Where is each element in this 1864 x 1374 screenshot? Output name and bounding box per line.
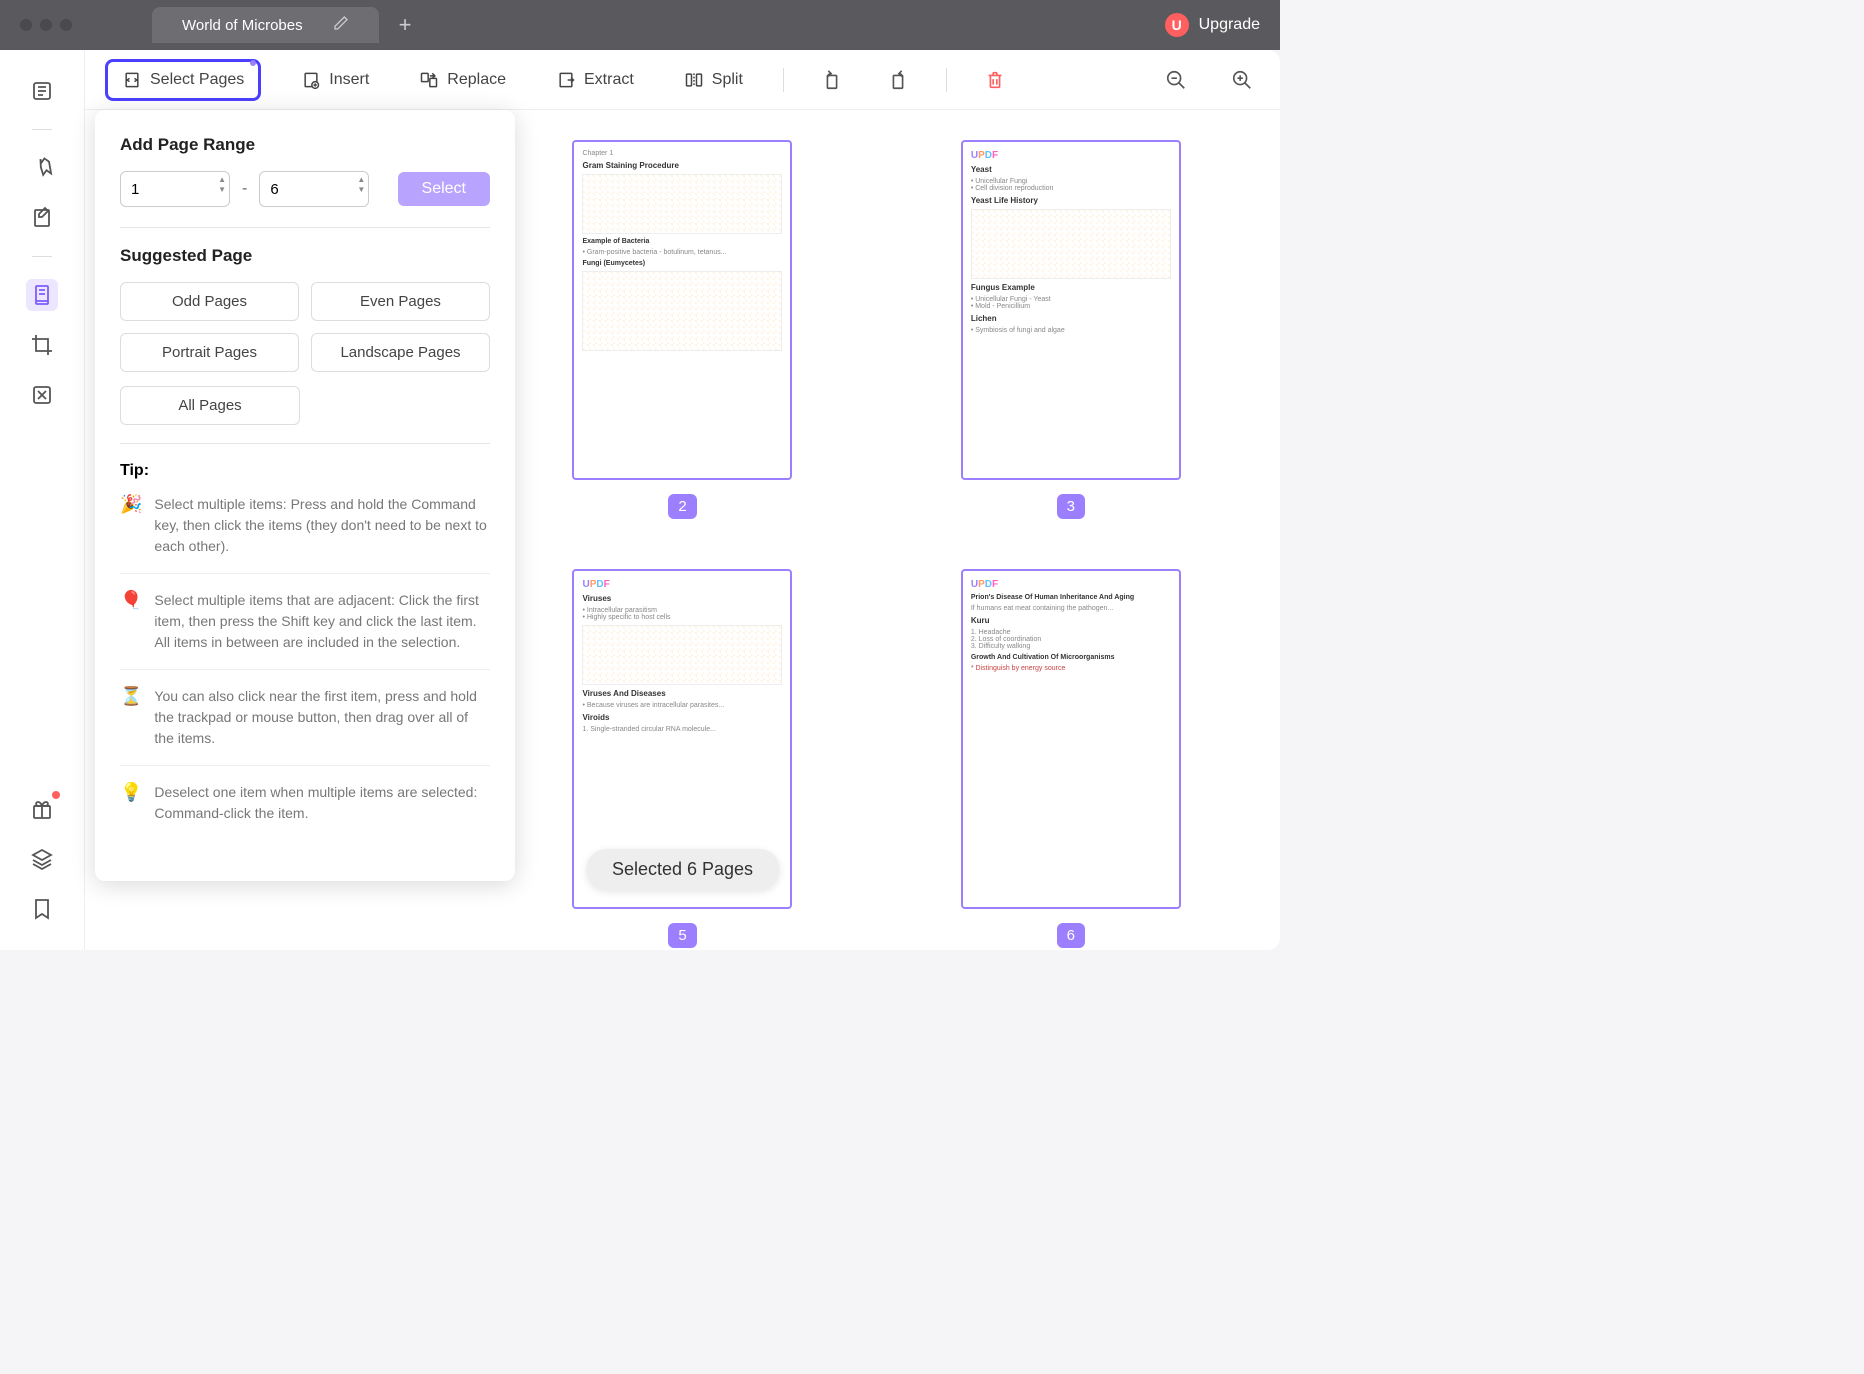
- redact-tool-icon[interactable]: [26, 379, 58, 411]
- document-tab[interactable]: World of Microbes: [152, 7, 379, 43]
- odd-pages-button[interactable]: Odd Pages: [120, 282, 299, 321]
- tip-item: 💡 Deselect one item when multiple items …: [120, 782, 490, 840]
- tab-title: World of Microbes: [182, 17, 303, 34]
- page-number-badge: 3: [1057, 494, 1085, 519]
- edit-tool-icon[interactable]: [26, 202, 58, 234]
- zoom-out-icon[interactable]: [1158, 62, 1194, 98]
- split-label: Split: [712, 71, 743, 89]
- page-thumbnail[interactable]: UPDFPrion's Disease Of Human Inheritance…: [922, 569, 1220, 948]
- divider: [783, 68, 784, 92]
- insert-button[interactable]: Insert: [291, 64, 379, 96]
- window-controls: [20, 19, 72, 31]
- select-range-button[interactable]: Select: [398, 172, 490, 206]
- gift-icon[interactable]: [26, 793, 58, 825]
- range-dash: -: [242, 180, 247, 198]
- rotate-left-icon[interactable]: [814, 62, 850, 98]
- tip-item: 🎉 Select multiple items: Press and hold …: [120, 494, 490, 574]
- tip-text: Deselect one item when multiple items ar…: [154, 782, 490, 824]
- landscape-pages-button[interactable]: Landscape Pages: [311, 333, 490, 372]
- maximize-window[interactable]: [60, 19, 72, 31]
- upgrade-badge-icon: U: [1165, 13, 1189, 37]
- organize-pages-icon[interactable]: [26, 279, 58, 311]
- page-toolbar: Select Pages Insert Replace Extract Spli…: [85, 50, 1280, 110]
- replace-button[interactable]: Replace: [409, 64, 516, 96]
- page-thumbnail[interactable]: UPDFYeast• Unicellular Fungi• Cell divis…: [922, 140, 1220, 519]
- crop-tool-icon[interactable]: [26, 329, 58, 361]
- comment-tool-icon[interactable]: [26, 152, 58, 184]
- add-range-title: Add Page Range: [120, 135, 490, 155]
- range-from-input[interactable]: [120, 171, 230, 207]
- extract-button[interactable]: Extract: [546, 64, 644, 96]
- divider: [32, 129, 52, 130]
- divider: [120, 227, 490, 228]
- selection-toast: Selected 6 Pages: [586, 849, 779, 890]
- main-area: Select Pages Insert Replace Extract Spli…: [0, 50, 1280, 950]
- range-to-input[interactable]: [259, 171, 369, 207]
- tip-emoji-icon: 💡: [120, 782, 142, 824]
- upgrade-label: Upgrade: [1199, 16, 1260, 34]
- close-window[interactable]: [20, 19, 32, 31]
- edit-tab-icon[interactable]: [333, 15, 349, 35]
- select-pages-button[interactable]: Select Pages: [105, 59, 261, 101]
- page-number-badge: 2: [668, 494, 696, 519]
- select-pages-label: Select Pages: [150, 71, 244, 89]
- layers-icon[interactable]: [26, 843, 58, 875]
- divider: [946, 68, 947, 92]
- spinner-up-icon[interactable]: ▲: [218, 175, 226, 185]
- page-number-badge: 6: [1057, 923, 1085, 948]
- rotate-right-icon[interactable]: [880, 62, 916, 98]
- extract-label: Extract: [584, 71, 634, 89]
- reader-mode-icon[interactable]: [26, 75, 58, 107]
- title-bar: World of Microbes + U Upgrade: [0, 0, 1280, 50]
- content-area: Select Pages Insert Replace Extract Spli…: [85, 50, 1280, 950]
- tip-title: Tip:: [120, 462, 490, 480]
- tip-text: Select multiple items that are adjacent:…: [154, 590, 490, 653]
- all-pages-button[interactable]: All Pages: [120, 386, 300, 425]
- divider: [120, 443, 490, 444]
- spinner-up-icon[interactable]: ▲: [357, 175, 365, 185]
- replace-label: Replace: [447, 71, 506, 89]
- left-sidebar: [0, 50, 85, 950]
- suggested-title: Suggested Page: [120, 246, 490, 266]
- divider: [32, 256, 52, 257]
- select-pages-panel: Add Page Range ▲▼ - ▲▼ Select Suggested …: [95, 110, 515, 881]
- insert-label: Insert: [329, 71, 369, 89]
- even-pages-button[interactable]: Even Pages: [311, 282, 490, 321]
- portrait-pages-button[interactable]: Portrait Pages: [120, 333, 299, 372]
- add-tab-icon[interactable]: +: [399, 12, 412, 38]
- tab-container: World of Microbes +: [152, 7, 411, 43]
- tip-emoji-icon: ⏳: [120, 686, 142, 749]
- page-number-badge: 5: [668, 923, 696, 948]
- bookmark-icon[interactable]: [26, 893, 58, 925]
- tip-item: 🎈 Select multiple items that are adjacen…: [120, 590, 490, 670]
- tip-emoji-icon: 🎉: [120, 494, 142, 557]
- upgrade-area[interactable]: U Upgrade: [1165, 13, 1260, 37]
- zoom-in-icon[interactable]: [1224, 62, 1260, 98]
- split-button[interactable]: Split: [674, 64, 753, 96]
- tip-text: Select multiple items: Press and hold th…: [154, 494, 490, 557]
- delete-icon[interactable]: [977, 62, 1013, 98]
- page-thumbnail[interactable]: Chapter 1Gram Staining ProcedureExample …: [533, 140, 831, 519]
- range-row: ▲▼ - ▲▼ Select: [120, 171, 490, 207]
- page-thumbnail[interactable]: UPDFViruses• Intracellular parasitism• H…: [533, 569, 831, 948]
- spinner-down-icon[interactable]: ▼: [357, 185, 365, 195]
- minimize-window[interactable]: [40, 19, 52, 31]
- spinner-down-icon[interactable]: ▼: [218, 185, 226, 195]
- tip-item: ⏳ You can also click near the first item…: [120, 686, 490, 766]
- tip-text: You can also click near the first item, …: [154, 686, 490, 749]
- tip-emoji-icon: 🎈: [120, 590, 142, 653]
